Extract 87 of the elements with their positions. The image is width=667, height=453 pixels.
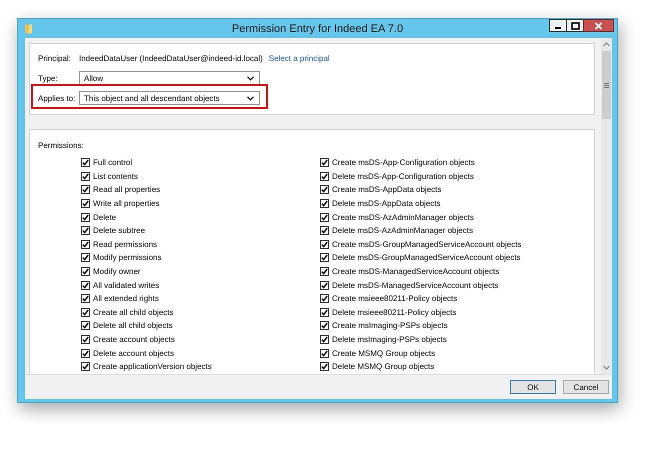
checkbox[interactable]: [81, 362, 90, 372]
checkbox[interactable]: [81, 294, 90, 304]
permission-label: Create msDS-AzAdminManager objects: [332, 212, 474, 222]
checkbox[interactable]: [81, 253, 90, 262]
close-icon: [594, 22, 603, 30]
checkbox[interactable]: [320, 226, 329, 236]
permission-label: Read all properties: [93, 185, 160, 194]
checkbox[interactable]: [320, 348, 329, 358]
ok-button[interactable]: OK: [510, 380, 556, 394]
caret-icon: [247, 96, 254, 100]
window-title: Permission Entry for Indeed EA 7.0: [230, 22, 404, 34]
permission-label: Modify permissions: [93, 253, 162, 262]
folder-icon: [24, 22, 33, 34]
permission-label: Delete msDS-App-Configuration objects: [332, 172, 474, 181]
maximize-icon: [570, 22, 580, 30]
checkbox[interactable]: [320, 267, 329, 276]
checkbox[interactable]: [320, 212, 329, 222]
permission-label: Delete msieee80211-Policy objects: [332, 308, 456, 317]
permission-label: Create MSMQ Group objects: [332, 348, 436, 358]
checkbox[interactable]: [320, 185, 329, 194]
principal-name: IndeedDataUser (IndeedDataUser@indeed-id.local): [79, 54, 263, 62]
permission-label: Delete msImaging-PSPs objects: [332, 335, 447, 344]
permission-label: Delete msDS-GroupManagedServiceAccount objects: [332, 253, 521, 262]
checkbox[interactable]: [81, 199, 90, 208]
permissions-label: Permissions:: [38, 141, 85, 150]
type-dropdown[interactable]: Allow: [79, 71, 260, 85]
permission-label: Delete msDS-AppData objects: [332, 199, 440, 208]
select-principal-link[interactable]: Select a principal: [268, 54, 330, 62]
permission-label: Modify owner: [93, 267, 141, 276]
checkbox[interactable]: [320, 335, 329, 344]
checkbox[interactable]: [81, 280, 90, 290]
checkbox[interactable]: [320, 199, 329, 208]
permission-label: Delete msDS-AzAdminManager objects: [332, 226, 473, 236]
scroll-down-icon[interactable]: [603, 365, 610, 370]
checkbox[interactable]: [81, 158, 90, 168]
checkbox[interactable]: [320, 321, 329, 330]
maximize-button[interactable]: [566, 19, 584, 32]
permission-label: Delete all child objects: [93, 321, 173, 330]
permission-label: Create msImaging-PSPs objects: [332, 321, 448, 330]
scroll-up-icon[interactable]: [603, 42, 610, 47]
permission-label: Delete MSMQ Group objects: [332, 362, 434, 372]
checkbox[interactable]: [320, 362, 329, 372]
checkbox[interactable]: [81, 267, 90, 276]
permission-label: Delete msDS-ManagedServiceAccount objects: [332, 280, 498, 290]
checkbox[interactable]: [320, 294, 329, 304]
checkbox[interactable]: [81, 185, 90, 194]
scroll-thumb[interactable]: [602, 51, 611, 119]
permission-label: Create msDS-AppData objects: [332, 185, 442, 194]
permission-label: List contents: [93, 172, 138, 181]
minimize-button[interactable]: [549, 19, 567, 32]
permission-label: Create msDS-GroupManagedServiceAccount objects: [332, 240, 522, 249]
permission-label: Delete: [93, 212, 116, 222]
checkbox[interactable]: [320, 308, 329, 317]
checkbox[interactable]: [320, 172, 329, 181]
checkbox[interactable]: [81, 172, 90, 181]
applies-to-dropdown[interactable]: This object and all descendant objects: [79, 91, 260, 105]
principal-label: Principal:: [38, 54, 72, 62]
checkbox[interactable]: [81, 240, 90, 249]
checkbox[interactable]: [320, 253, 329, 262]
permission-label: Create msDS-ManagedServiceAccount objects: [332, 267, 500, 276]
caret-icon: [247, 76, 254, 80]
permission-label: Create msDS-App-Configuration objects: [332, 158, 475, 168]
permission-label: Create msieee80211-Policy objects: [332, 294, 458, 304]
checkbox[interactable]: [320, 240, 329, 249]
permission-label: Full control: [93, 158, 132, 168]
permission-label: Create applicationVersion objects: [93, 362, 212, 372]
permission-label: Create account objects: [93, 335, 175, 344]
permission-label: All extended rights: [93, 294, 159, 304]
checkbox[interactable]: [81, 335, 90, 344]
permission-label: Delete account objects: [93, 348, 174, 358]
applies-to-label: Applies to:: [38, 94, 76, 102]
checkbox[interactable]: [81, 348, 90, 358]
permission-label: Create all child objects: [93, 308, 174, 317]
cancel-button[interactable]: Cancel: [563, 380, 609, 394]
close-button[interactable]: [583, 19, 614, 32]
type-label: Type:: [38, 74, 59, 82]
checkbox[interactable]: [320, 280, 329, 290]
checkbox[interactable]: [81, 308, 90, 317]
checkbox[interactable]: [81, 212, 90, 222]
permission-label: Delete subtree: [93, 226, 146, 236]
scrollbar[interactable]: [601, 38, 612, 374]
checkbox[interactable]: [320, 158, 329, 168]
checkbox[interactable]: [81, 321, 90, 330]
permission-label: All validated writes: [93, 280, 160, 290]
checkbox[interactable]: [81, 226, 90, 236]
permission-label: Read permissions: [93, 240, 158, 249]
permission-label: Write all properties: [93, 199, 160, 208]
